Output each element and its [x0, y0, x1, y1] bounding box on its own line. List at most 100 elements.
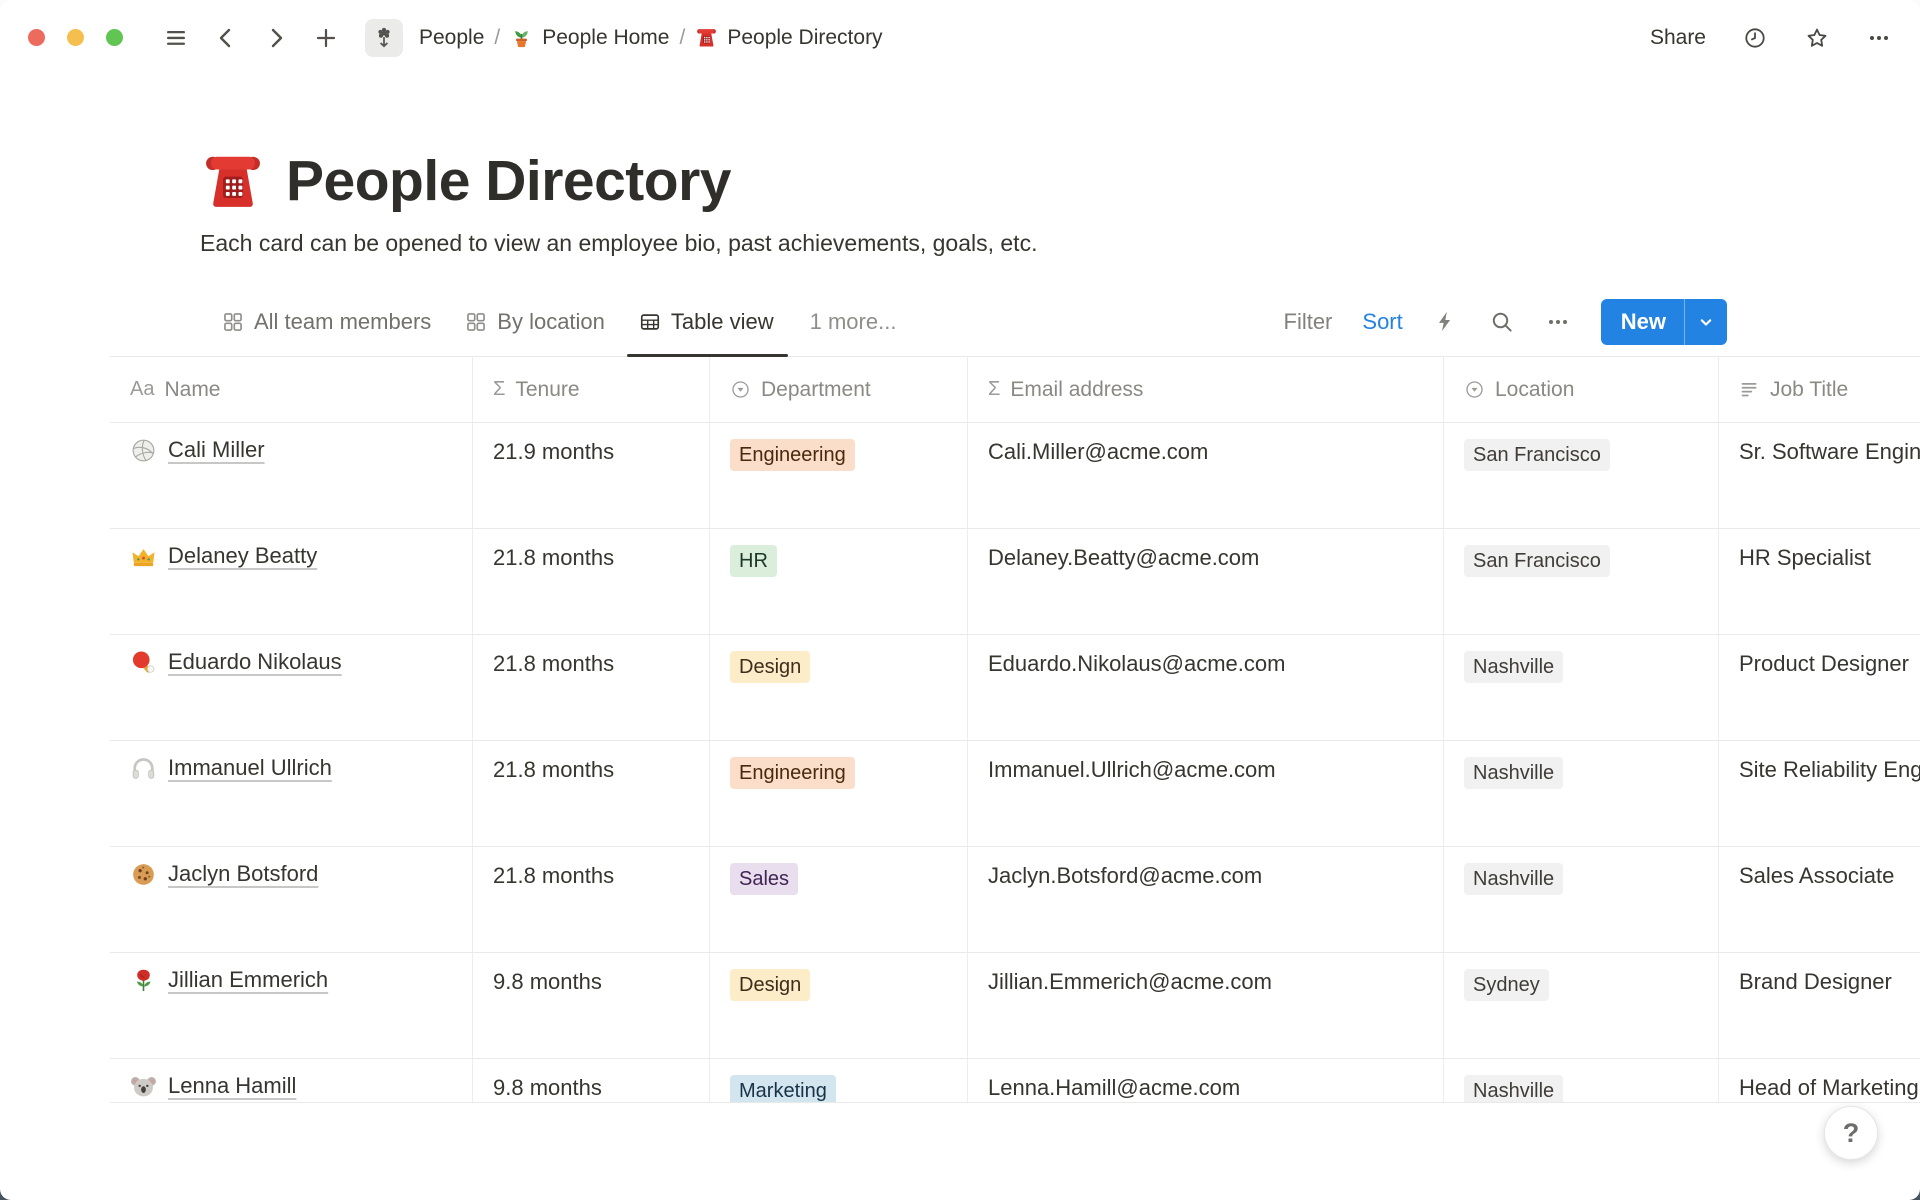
- department-tag[interactable]: Engineering: [730, 757, 855, 789]
- name-cell[interactable]: Cali Miller: [110, 423, 473, 528]
- location-cell[interactable]: Nashville: [1444, 847, 1719, 952]
- location-tag[interactable]: Nashville: [1464, 1075, 1563, 1103]
- department-tag[interactable]: Design: [730, 651, 810, 683]
- tab-all-team-members[interactable]: All team members: [222, 287, 431, 356]
- department-cell[interactable]: Marketing: [710, 1059, 968, 1103]
- department-cell[interactable]: Engineering: [710, 423, 968, 528]
- location-tag[interactable]: Nashville: [1464, 863, 1563, 895]
- person-page-link[interactable]: Jillian Emmerich: [168, 967, 328, 993]
- job-title-cell[interactable]: HR Specialist: [1719, 529, 1920, 634]
- location-cell[interactable]: Sydney: [1444, 953, 1719, 1058]
- person-page-link[interactable]: Jaclyn Botsford: [168, 861, 318, 887]
- person-page-link[interactable]: Immanuel Ullrich: [168, 755, 332, 781]
- new-dropdown-chevron-icon[interactable]: [1685, 299, 1727, 345]
- department-cell[interactable]: Engineering: [710, 741, 968, 846]
- name-cell[interactable]: Eduardo Nikolaus: [110, 635, 473, 740]
- email-cell[interactable]: Jaclyn.Botsford@acme.com: [968, 847, 1444, 952]
- breadcrumb-item-people[interactable]: People: [413, 22, 490, 54]
- department-tag[interactable]: Engineering: [730, 439, 855, 471]
- zoom-window-button[interactable]: [106, 29, 123, 46]
- name-cell[interactable]: Lenna Hamill: [110, 1059, 473, 1103]
- table-row[interactable]: Jillian Emmerich 9.8 months Design Jillian.…: [110, 953, 1920, 1059]
- email-cell[interactable]: Immanuel.Ullrich@acme.com: [968, 741, 1444, 846]
- job-title-cell[interactable]: Head of Marketing: [1719, 1059, 1920, 1103]
- breadcrumb-item-people-home[interactable]: People Home: [504, 22, 675, 54]
- back-icon[interactable]: [213, 25, 239, 51]
- job-title-cell[interactable]: Brand Designer: [1719, 953, 1920, 1058]
- department-tag[interactable]: Marketing: [730, 1075, 836, 1103]
- workspace-tile[interactable]: [365, 19, 403, 57]
- table-row[interactable]: Delaney Beatty21.8 months HR Delaney.Beatt…: [110, 529, 1920, 635]
- tenure-cell[interactable]: 9.8 months: [473, 1059, 710, 1103]
- department-tag[interactable]: Design: [730, 969, 810, 1001]
- table-row[interactable]: Jaclyn Botsford 21.8 months Sales Jaclyn.Bo…: [110, 847, 1920, 953]
- table-row[interactable]: Lenna Hamill 9.8 months Marketing Lenna.Ham…: [110, 1059, 1920, 1103]
- share-button[interactable]: Share: [1650, 26, 1706, 50]
- red-telephone-icon[interactable]: [200, 148, 266, 214]
- tab-table-view[interactable]: Table view: [639, 287, 774, 356]
- more-views-link[interactable]: 1 more...: [810, 309, 897, 335]
- department-cell[interactable]: Design: [710, 635, 968, 740]
- location-cell[interactable]: Nashville: [1444, 635, 1719, 740]
- column-header-tenure[interactable]: Σ Tenure: [473, 357, 710, 422]
- department-tag[interactable]: Sales: [730, 863, 798, 895]
- new-button[interactable]: New: [1601, 299, 1727, 345]
- tenure-cell[interactable]: 21.9 months: [473, 423, 710, 528]
- help-button[interactable]: ?: [1824, 1106, 1878, 1160]
- person-page-link[interactable]: Lenna Hamill: [168, 1073, 296, 1099]
- column-header-job-title[interactable]: Job Title: [1719, 357, 1920, 422]
- location-tag[interactable]: San Francisco: [1464, 439, 1610, 471]
- name-cell[interactable]: Delaney Beatty: [110, 529, 473, 634]
- job-title-cell[interactable]: Product Designer: [1719, 635, 1920, 740]
- location-tag[interactable]: Sydney: [1464, 969, 1549, 1001]
- location-tag[interactable]: San Francisco: [1464, 545, 1610, 577]
- email-cell[interactable]: Lenna.Hamill@acme.com: [968, 1059, 1444, 1103]
- column-header-department[interactable]: Department: [710, 357, 968, 422]
- location-tag[interactable]: Nashville: [1464, 757, 1563, 789]
- department-cell[interactable]: HR: [710, 529, 968, 634]
- table-row[interactable]: Immanuel Ullrich 21.8 months Engineering Im…: [110, 741, 1920, 847]
- email-cell[interactable]: Eduardo.Nikolaus@acme.com: [968, 635, 1444, 740]
- favorite-star-icon[interactable]: [1804, 25, 1830, 51]
- email-cell[interactable]: Delaney.Beatty@acme.com: [968, 529, 1444, 634]
- tenure-cell[interactable]: 21.8 months: [473, 529, 710, 634]
- department-tag[interactable]: HR: [730, 545, 777, 577]
- tenure-cell[interactable]: 9.8 months: [473, 953, 710, 1058]
- column-header-location[interactable]: Location: [1444, 357, 1719, 422]
- email-cell[interactable]: Jillian.Emmerich@acme.com: [968, 953, 1444, 1058]
- department-cell[interactable]: Sales: [710, 847, 968, 952]
- history-clock-icon[interactable]: [1742, 25, 1768, 51]
- person-page-link[interactable]: Eduardo Nikolaus: [168, 649, 342, 675]
- tenure-cell[interactable]: 21.8 months: [473, 635, 710, 740]
- location-cell[interactable]: Nashville: [1444, 1059, 1719, 1103]
- person-page-link[interactable]: Cali Miller: [168, 437, 265, 463]
- sidebar-menu-icon[interactable]: [163, 25, 189, 51]
- job-title-cell[interactable]: Sr. Software Engineer: [1719, 423, 1920, 528]
- new-tab-icon[interactable]: [313, 25, 339, 51]
- table-row[interactable]: Eduardo Nikolaus 21.8 months Design Eduardo…: [110, 635, 1920, 741]
- location-tag[interactable]: Nashville: [1464, 651, 1563, 683]
- breadcrumb-item-people-directory[interactable]: People Directory: [689, 22, 888, 54]
- location-cell[interactable]: Nashville: [1444, 741, 1719, 846]
- sort-button[interactable]: Sort: [1362, 309, 1402, 335]
- automations-lightning-icon[interactable]: [1433, 309, 1459, 335]
- minimize-window-button[interactable]: [67, 29, 84, 46]
- tab-by-location[interactable]: By location: [465, 287, 605, 356]
- more-options-icon[interactable]: [1866, 25, 1892, 51]
- job-title-cell[interactable]: Site Reliability Engineer: [1719, 741, 1920, 846]
- search-icon[interactable]: [1489, 309, 1515, 335]
- forward-icon[interactable]: [263, 25, 289, 51]
- location-cell[interactable]: San Francisco: [1444, 529, 1719, 634]
- email-cell[interactable]: Cali.Miller@acme.com: [968, 423, 1444, 528]
- tenure-cell[interactable]: 21.8 months: [473, 741, 710, 846]
- table-row[interactable]: Cali Miller 21.9 months Engineering Cali.Mi…: [110, 423, 1920, 529]
- job-title-cell[interactable]: Sales Associate: [1719, 847, 1920, 952]
- name-cell[interactable]: Immanuel Ullrich: [110, 741, 473, 846]
- location-cell[interactable]: San Francisco: [1444, 423, 1719, 528]
- close-window-button[interactable]: [28, 29, 45, 46]
- view-options-icon[interactable]: [1545, 309, 1571, 335]
- column-header-email[interactable]: Σ Email address: [968, 357, 1444, 422]
- name-cell[interactable]: Jillian Emmerich: [110, 953, 473, 1058]
- column-header-name[interactable]: Aa Name: [110, 357, 473, 422]
- tenure-cell[interactable]: 21.8 months: [473, 847, 710, 952]
